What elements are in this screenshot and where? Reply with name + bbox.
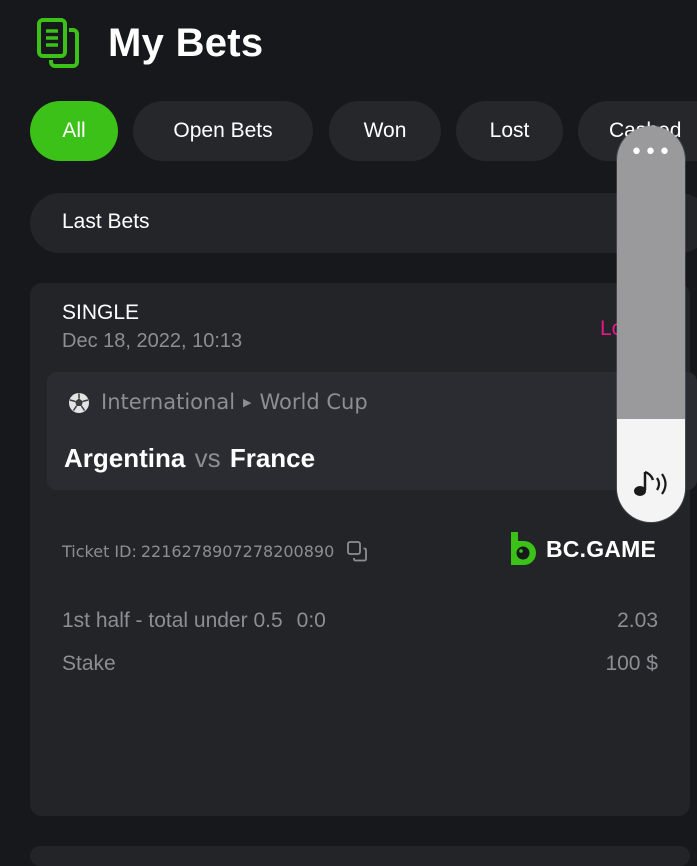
more-options-icon[interactable]: •••	[617, 142, 685, 164]
selection-odds: 2.03	[617, 609, 658, 632]
stake-label: Stake	[62, 652, 116, 675]
volume-overlay[interactable]: •••	[617, 126, 685, 522]
bet-card[interactable]: SINGLE Dec 18, 2022, 10:13 Lost Internat…	[30, 283, 697, 816]
bet-type: SINGLE	[62, 301, 140, 324]
stake-value: 100 $	[605, 652, 658, 675]
tab-all[interactable]: All	[30, 101, 118, 161]
caret-right-icon: ▶	[243, 395, 252, 409]
league-name: World Cup	[259, 390, 368, 414]
bet-date: Dec 18, 2022, 10:13	[62, 330, 243, 352]
selection-score: 0:0	[296, 609, 326, 632]
selection-market: 1st half - total under 0.5	[62, 609, 283, 632]
match-info[interactable]: International ▶ World Cup Argentina vs F…	[47, 372, 697, 490]
league-breadcrumb: International ▶ World Cup	[101, 390, 368, 414]
bc-game-logo-icon	[511, 532, 536, 565]
brand-name: BC.GAME	[546, 535, 657, 562]
soccer-ball-icon	[69, 393, 89, 413]
volume-speaker-icon[interactable]	[631, 468, 671, 502]
category-name: International	[101, 390, 236, 414]
brand-logo: BC.GAME	[508, 530, 656, 568]
page-header: My Bets	[36, 16, 263, 70]
stake-row: Stake 100 $	[62, 652, 658, 676]
page-title: My Bets	[108, 20, 264, 65]
vs-label: vs	[194, 443, 221, 473]
last-bets-label: Last Bets	[62, 210, 150, 233]
tab-lost[interactable]: Lost	[456, 101, 563, 161]
tab-open-bets[interactable]: Open Bets	[133, 101, 313, 161]
away-team: France	[229, 443, 316, 473]
home-team: Argentina	[64, 443, 186, 473]
bets-document-icon	[37, 18, 79, 68]
next-bet-card[interactable]	[30, 846, 690, 866]
ticket-label: Ticket ID:	[62, 541, 137, 561]
last-bets-dropdown[interactable]: Last Bets ⌄	[30, 193, 697, 253]
copy-icon[interactable]	[346, 540, 368, 562]
ticket-id: 2216278907278200890	[140, 541, 335, 561]
ticket-info: Ticket ID: 2216278907278200890	[62, 540, 368, 562]
tab-won[interactable]: Won	[329, 101, 441, 161]
selection-row: 1st half - total under 0.5 0:0 2.03	[62, 609, 658, 633]
match-teams: Argentina vs France	[64, 443, 315, 474]
bet-filter-tabs: All Open Bets Won Lost Cashed	[30, 101, 697, 161]
